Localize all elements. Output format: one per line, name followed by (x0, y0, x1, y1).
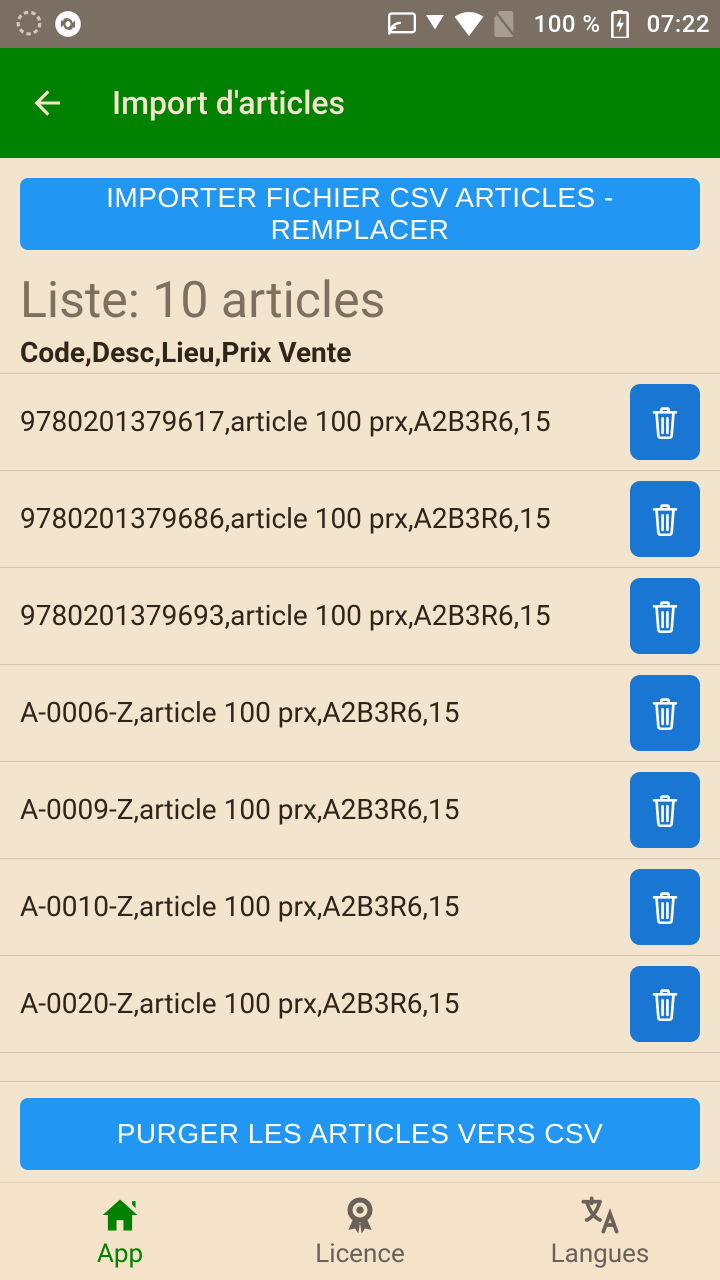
battery-text: 100 % (534, 10, 601, 38)
status-right: 100 % 07:22 (388, 10, 710, 38)
trash-icon (650, 599, 680, 633)
table-row: 9780201379686,article 100 prx,A2B3R6,15 (0, 471, 720, 568)
row-text: 9780201379617,article 100 prx,A2B3R6,15 (20, 405, 630, 439)
purge-csv-button[interactable]: PURGER LES ARTICLES VERS CSV (20, 1098, 700, 1170)
status-bar: 100 % 07:22 (0, 0, 720, 48)
trash-icon (650, 696, 680, 730)
table-row: 9780201379693,article 100 prx,A2B3R6,15 (0, 568, 720, 665)
status-sync-icon (54, 10, 82, 38)
nav-app[interactable]: App (0, 1183, 240, 1280)
trash-icon (650, 793, 680, 827)
row-text: A-0010-Z,article 100 prx,A2B3R6,15 (20, 890, 630, 924)
table-row: 9780201379617,article 100 prx,A2B3R6,15 (0, 373, 720, 471)
table-row: A-0020-Z,article 100 prx,A2B3R6,15 (0, 956, 720, 1053)
nav-langues-label: Langues (551, 1239, 650, 1269)
row-text: 9780201379693,article 100 prx,A2B3R6,15 (20, 599, 630, 633)
article-list: 9780201379617,article 100 prx,A2B3R6,15 9… (0, 373, 720, 1081)
nav-langues[interactable]: Langues (480, 1183, 720, 1280)
row-text: A-0020-Z,article 100 prx,A2B3R6,15 (20, 987, 630, 1021)
home-icon (99, 1195, 141, 1235)
cast-icon (388, 12, 416, 36)
nav-app-label: App (97, 1239, 143, 1269)
status-spinner-icon (16, 10, 42, 38)
row-text: 9780201379686,article 100 prx,A2B3R6,15 (20, 502, 630, 536)
delete-button[interactable] (630, 675, 700, 751)
table-row: A-0010-Z,article 100 prx,A2B3R6,15 (0, 859, 720, 956)
delete-button[interactable] (630, 966, 700, 1042)
delete-button[interactable] (630, 384, 700, 460)
import-csv-button[interactable]: IMPORTER FICHIER CSV ARTICLES - REMPLACE… (20, 178, 700, 250)
app-bar: Import d'articles (0, 48, 720, 158)
no-sim-icon (494, 11, 516, 37)
row-text: A-0009-Z,article 100 prx,A2B3R6,15 (20, 793, 630, 827)
battery-charging-icon (611, 10, 629, 38)
status-left (16, 10, 82, 38)
columns-header: Code,Desc,Lieu,Prix Vente (0, 336, 720, 373)
trash-icon (650, 987, 680, 1021)
delete-button[interactable] (630, 481, 700, 557)
badge-icon (340, 1195, 380, 1235)
table-row: A-0009-Z,article 100 prx,A2B3R6,15 (0, 762, 720, 859)
bottom-nav: App Licence Langues (0, 1182, 720, 1280)
delete-button[interactable] (630, 578, 700, 654)
signal-dropdown-icon (426, 15, 444, 33)
page-title: Import d'articles (112, 84, 345, 122)
delete-button[interactable] (630, 869, 700, 945)
back-button[interactable] (30, 85, 66, 121)
delete-button[interactable] (630, 772, 700, 848)
table-row: A-0006-Z,article 100 prx,A2B3R6,15 (0, 665, 720, 762)
translate-icon (580, 1195, 620, 1235)
content: IMPORTER FICHIER CSV ARTICLES - REMPLACE… (0, 158, 720, 1182)
row-text: A-0006-Z,article 100 prx,A2B3R6,15 (20, 696, 630, 730)
trash-icon (650, 502, 680, 536)
trash-icon (650, 405, 680, 439)
nav-licence[interactable]: Licence (240, 1183, 480, 1280)
list-title: Liste: 10 articles (0, 272, 720, 330)
trash-icon (650, 890, 680, 924)
clock-text: 07:22 (647, 10, 710, 38)
wifi-icon (454, 12, 484, 36)
nav-licence-label: Licence (315, 1239, 404, 1269)
